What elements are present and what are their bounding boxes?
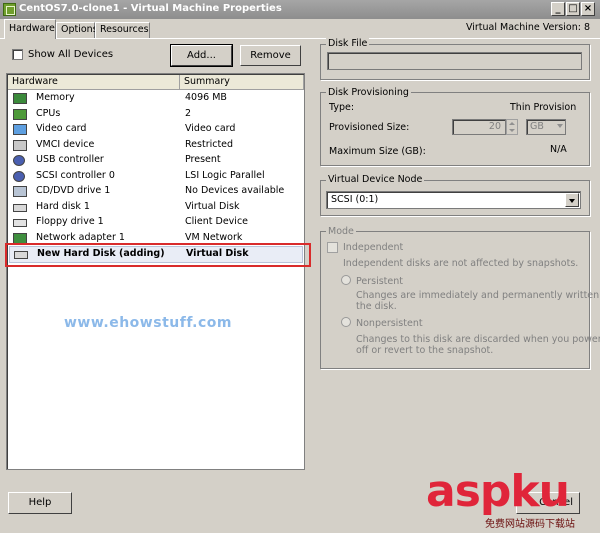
scsi-icon xyxy=(13,170,25,182)
vm-version: Virtual Machine Version: 8 xyxy=(465,22,590,33)
close-icon[interactable]: × xyxy=(581,2,595,16)
virtual-device-node-select[interactable]: SCSI (0:1) xyxy=(326,191,581,209)
persistent-description-line-1: Changes are immediately and permanently … xyxy=(356,290,600,301)
remove-button[interactable]: Remove xyxy=(240,45,301,66)
tab-resources[interactable]: Resources xyxy=(95,22,150,38)
usb-icon xyxy=(13,155,25,166)
table-row[interactable]: VMCI device Restricted xyxy=(9,138,303,154)
show-all-devices-label: Show All Devices xyxy=(28,49,114,60)
chevron-down-icon[interactable] xyxy=(565,193,579,207)
minimize-icon[interactable]: _ xyxy=(551,2,565,16)
size-unit-value: GB xyxy=(530,121,544,132)
memory-icon xyxy=(13,93,27,104)
table-row[interactable]: Memory 4096 MB xyxy=(9,91,303,107)
vmci-icon xyxy=(13,139,27,151)
hardware-list: Hardware Summary Memory 4096 MB CPUs 2 V… xyxy=(6,73,305,470)
table-row[interactable]: Video card Video card xyxy=(9,122,303,138)
independent-checkbox[interactable] xyxy=(327,242,338,253)
maximize-icon[interactable]: □ xyxy=(566,2,580,16)
column-summary[interactable]: Summary xyxy=(180,75,304,90)
persistent-label: Persistent xyxy=(356,276,403,287)
tab-divider xyxy=(0,38,600,39)
aspku-logo: aspku xyxy=(426,466,570,517)
table-row[interactable]: CPUs 2 xyxy=(9,107,303,123)
vdn-selected-value: SCSI (0:1) xyxy=(331,194,379,205)
tab-hardware[interactable]: Hardware xyxy=(4,19,56,39)
cd-icon xyxy=(13,186,27,197)
network-icon xyxy=(13,232,27,244)
chevron-down-icon xyxy=(557,124,563,128)
mode-legend: Mode xyxy=(326,226,356,237)
table-row[interactable]: USB controller Present xyxy=(9,153,303,169)
table-row[interactable]: Floppy drive 1 Client Device xyxy=(9,215,303,231)
help-button[interactable]: Help xyxy=(8,492,72,514)
column-hardware[interactable]: Hardware xyxy=(8,75,180,90)
nonpersistent-description-line-2: off or revert to the snapshot. xyxy=(356,345,494,356)
table-row[interactable]: CD/DVD drive 1 No Devices available xyxy=(9,184,303,200)
provisioned-size-label: Provisioned Size: xyxy=(329,122,410,133)
size-spinner-icon xyxy=(506,119,518,135)
cpu-icon xyxy=(13,108,27,120)
nonpersistent-label: Nonpersistent xyxy=(356,318,423,329)
add-button[interactable]: Add... xyxy=(170,44,233,67)
provisioned-size-field: 20 xyxy=(452,119,506,135)
type-label: Type: xyxy=(329,102,355,113)
selection-highlight-box xyxy=(5,243,311,267)
window-title: CentOS7.0-clone1 - Virtual Machine Prope… xyxy=(19,3,282,14)
maximum-size-label: Maximum Size (GB): xyxy=(329,146,426,157)
persistent-radio[interactable] xyxy=(341,275,351,285)
tab-options[interactable]: Options xyxy=(56,22,98,38)
virtual-device-node-legend: Virtual Device Node xyxy=(326,174,425,185)
aspku-tagline: 免费网站源码下载站 xyxy=(485,519,575,530)
disk-file-legend: Disk File xyxy=(326,38,370,49)
disk-provisioning-legend: Disk Provisioning xyxy=(326,87,411,98)
type-value: Thin Provision xyxy=(510,102,577,113)
disk-icon xyxy=(13,203,27,212)
nonpersistent-description-line-1: Changes to this disk are discarded when … xyxy=(356,334,600,345)
monitor-icon xyxy=(13,124,27,135)
maximum-size-value: N/A xyxy=(550,144,567,155)
size-unit-select: GB xyxy=(526,119,566,135)
table-row[interactable]: SCSI controller 0 LSI Logic Parallel xyxy=(9,169,303,185)
floppy-icon xyxy=(13,219,27,227)
disk-file-field xyxy=(327,52,582,70)
table-row[interactable]: Hard disk 1 Virtual Disk xyxy=(9,200,303,216)
vm-app-icon xyxy=(3,3,16,16)
watermark-text: www.ehowstuff.com xyxy=(64,315,232,331)
title-bar: CentOS7.0-clone1 - Virtual Machine Prope… xyxy=(0,0,600,19)
independent-description: Independent disks are not affected by sn… xyxy=(343,258,579,269)
show-all-devices-checkbox[interactable] xyxy=(12,49,23,60)
persistent-description-line-2: the disk. xyxy=(356,301,397,312)
nonpersistent-radio[interactable] xyxy=(341,317,351,327)
independent-label: Independent xyxy=(343,242,404,253)
